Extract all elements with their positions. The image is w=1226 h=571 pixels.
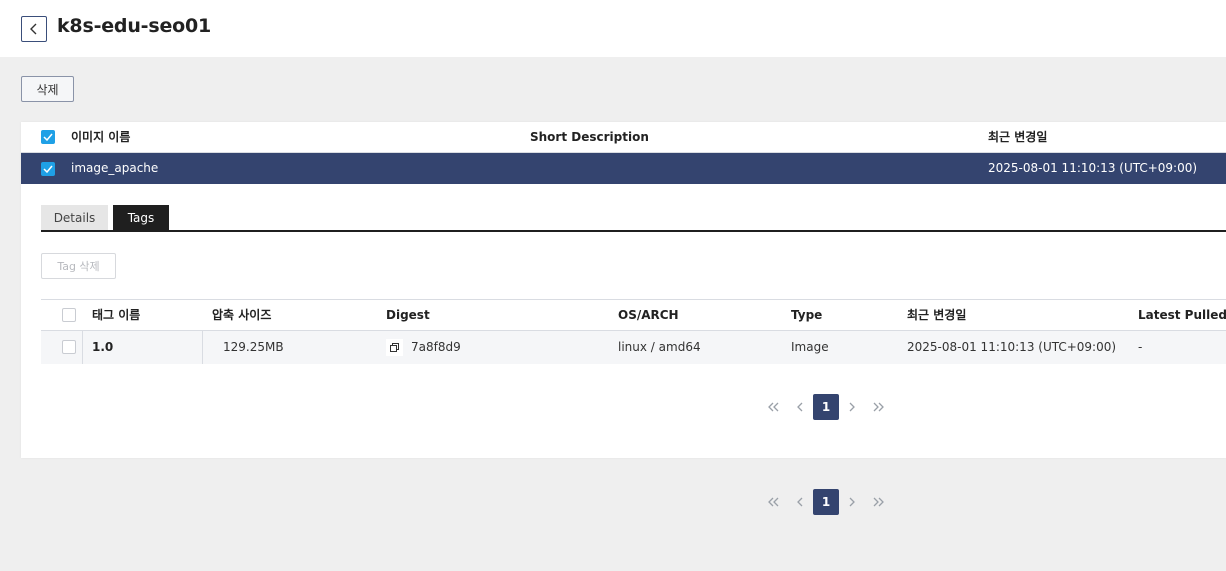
- tab-details[interactable]: Details: [41, 205, 108, 230]
- back-button[interactable]: [21, 16, 47, 42]
- double-chevron-left-icon: [768, 402, 779, 412]
- image-name[interactable]: image_apache: [71, 153, 158, 184]
- table-row[interactable]: image_apache 2025-08-01 11:10:13 (UTC+09…: [21, 153, 1226, 184]
- copy-digest-button[interactable]: [386, 339, 403, 356]
- tag-name[interactable]: 1.0: [92, 331, 113, 364]
- next-page-button[interactable]: [839, 394, 865, 420]
- table-row[interactable]: 1.0 129.25MB 7a8f8d9 linux / amd64 Image…: [41, 331, 1226, 364]
- column-header-compressed-size[interactable]: 압축 사이즈: [212, 300, 271, 331]
- delete-button[interactable]: 삭제: [21, 76, 74, 102]
- image-table-header: 이미지 이름 Short Description 최근 변경일: [21, 122, 1226, 153]
- chevron-right-icon: [849, 497, 855, 507]
- tag-size: 129.25MB: [223, 340, 284, 354]
- tag-os-arch: linux / amd64: [618, 340, 701, 354]
- tag-latest-pulled: -: [1138, 340, 1143, 354]
- column-header-type[interactable]: Type: [791, 300, 822, 331]
- chevron-left-icon: [797, 497, 803, 507]
- image-panel: 이미지 이름 Short Description 최근 변경일 image_ap…: [21, 122, 1226, 458]
- column-header-os-arch[interactable]: OS/ARCH: [618, 300, 679, 331]
- image-pagination: 1: [761, 489, 891, 515]
- chevron-left-icon: [797, 402, 803, 412]
- page-header: k8s-edu-seo01: [0, 0, 1226, 57]
- first-page-button[interactable]: [761, 394, 787, 420]
- column-divider: [82, 331, 83, 364]
- previous-page-button[interactable]: [787, 489, 813, 515]
- column-header-tag-name[interactable]: 태그 이름: [92, 300, 140, 331]
- column-header-image-name[interactable]: 이미지 이름: [71, 122, 130, 153]
- tag-updated: 2025-08-01 11:10:13 (UTC+09:00): [907, 340, 1117, 354]
- tag-digest: 7a8f8d9: [411, 340, 461, 354]
- double-chevron-right-icon: [873, 497, 884, 507]
- page-title: k8s-edu-seo01: [57, 15, 212, 37]
- tag-table: 태그 이름 압축 사이즈 Digest OS/ARCH Type 최근 변경일 …: [41, 299, 1226, 364]
- check-icon: [43, 133, 53, 141]
- column-header-latest-pulled[interactable]: Latest Pulled: [1138, 300, 1226, 331]
- column-header-short-description[interactable]: Short Description: [530, 122, 649, 153]
- next-page-button[interactable]: [839, 489, 865, 515]
- chevron-right-icon: [849, 402, 855, 412]
- column-header-updated[interactable]: 최근 변경일: [988, 122, 1047, 153]
- image-updated: 2025-08-01 11:10:13 (UTC+09:00): [988, 161, 1198, 175]
- first-page-button[interactable]: [761, 489, 787, 515]
- select-all-checkbox[interactable]: [41, 130, 55, 144]
- tag-table-header: 태그 이름 압축 사이즈 Digest OS/ARCH Type 최근 변경일 …: [41, 300, 1226, 331]
- tag-type: Image: [791, 340, 829, 354]
- column-header-tag-updated[interactable]: 최근 변경일: [907, 300, 966, 331]
- page-number-button[interactable]: 1: [813, 394, 839, 420]
- column-divider: [202, 331, 203, 364]
- last-page-button[interactable]: [865, 489, 891, 515]
- chevron-left-icon: [30, 23, 37, 35]
- copy-icon: [390, 343, 399, 352]
- previous-page-button[interactable]: [787, 394, 813, 420]
- column-header-digest[interactable]: Digest: [386, 300, 430, 331]
- select-all-tags-checkbox[interactable]: [62, 308, 76, 322]
- tag-row-checkbox[interactable]: [62, 340, 76, 354]
- detail-tabs: Details Tags: [41, 205, 1226, 232]
- page-number-button[interactable]: 1: [813, 489, 839, 515]
- tag-pagination: 1: [761, 394, 891, 420]
- last-page-button[interactable]: [865, 394, 891, 420]
- check-icon: [43, 165, 53, 173]
- double-chevron-right-icon: [873, 402, 884, 412]
- tag-delete-button[interactable]: Tag 삭제: [41, 253, 116, 279]
- double-chevron-left-icon: [768, 497, 779, 507]
- row-checkbox[interactable]: [41, 162, 55, 176]
- tab-tags[interactable]: Tags: [113, 205, 169, 230]
